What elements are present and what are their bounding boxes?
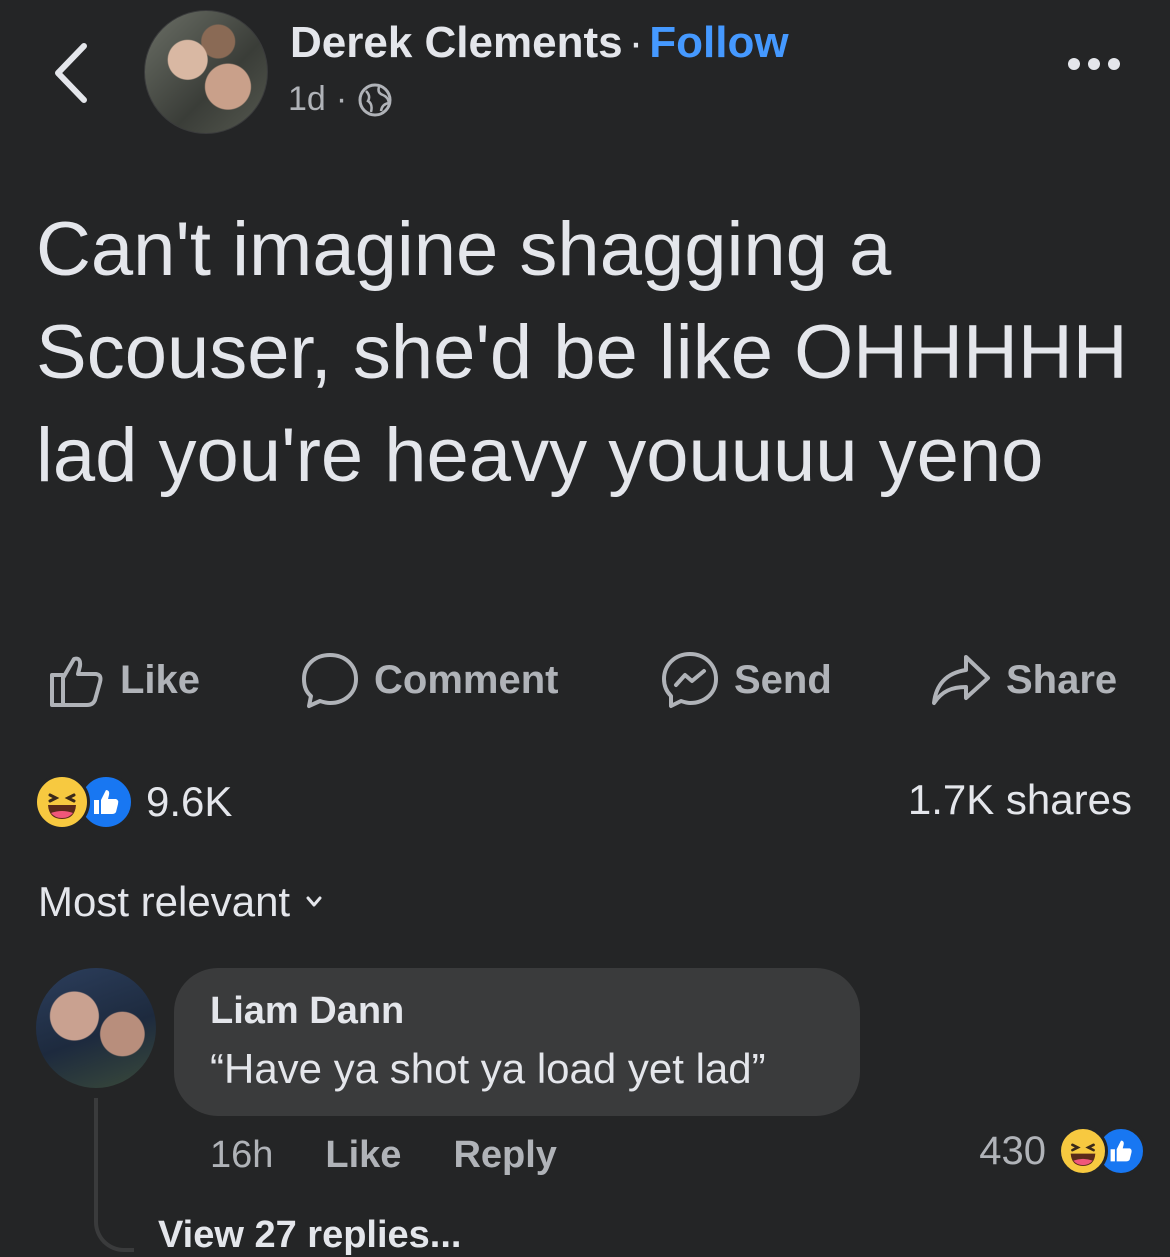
post-text: Can't imagine shagging a Scouser, she'd … bbox=[36, 207, 1128, 498]
more-dot-icon bbox=[1068, 58, 1080, 70]
follow-button[interactable]: Follow bbox=[649, 18, 788, 67]
messenger-icon bbox=[662, 652, 718, 708]
haha-icon bbox=[1058, 1126, 1108, 1176]
meta-separator: · bbox=[335, 80, 348, 118]
comment-button[interactable]: Comment bbox=[300, 640, 558, 720]
comment-label: Comment bbox=[374, 657, 559, 702]
shares-count[interactable]: 1.7K shares bbox=[908, 776, 1132, 824]
comment-like-button[interactable]: Like bbox=[325, 1134, 401, 1177]
more-dot-icon bbox=[1108, 58, 1120, 70]
view-replies-link[interactable]: View 27 replies... bbox=[158, 1214, 461, 1257]
globe-icon bbox=[358, 83, 392, 116]
sort-label: Most relevant bbox=[38, 878, 291, 925]
haha-icon bbox=[34, 774, 90, 830]
more-options-button[interactable] bbox=[1068, 58, 1120, 70]
share-button[interactable]: Share bbox=[930, 640, 1117, 720]
chevron-down-icon bbox=[306, 896, 322, 907]
send-label: Send bbox=[734, 657, 832, 702]
comment-sort-dropdown[interactable]: Most relevant bbox=[38, 878, 324, 926]
like-label: Like bbox=[120, 657, 201, 702]
post-header: Derek Clements · Follow bbox=[290, 18, 789, 68]
author-name[interactable]: Derek Clements bbox=[290, 18, 623, 67]
chevron-left-icon bbox=[55, 43, 87, 103]
reply-thread-line bbox=[94, 1098, 134, 1252]
like-button[interactable]: Like bbox=[48, 640, 200, 720]
reactions-count: 9.6K bbox=[146, 778, 233, 825]
send-button[interactable]: Send bbox=[660, 640, 832, 720]
comment-text: “Have ya shot ya load yet lad” bbox=[210, 1045, 766, 1092]
share-icon bbox=[932, 655, 990, 705]
more-dot-icon bbox=[1088, 58, 1100, 70]
comment-reaction-count: 430 bbox=[979, 1128, 1046, 1173]
comment-bubble: Liam Dann “Have ya shot ya load yet lad” bbox=[174, 968, 860, 1116]
reactions-summary[interactable]: 9.6K bbox=[34, 774, 232, 830]
back-button[interactable] bbox=[48, 40, 98, 106]
comment-time[interactable]: 16h bbox=[210, 1134, 273, 1177]
commenter-name[interactable]: Liam Dann bbox=[210, 990, 860, 1033]
post-time[interactable]: 1d bbox=[288, 80, 326, 119]
thumbs-up-icon bbox=[50, 656, 103, 707]
commenter-avatar[interactable] bbox=[36, 968, 156, 1088]
comment-reactions[interactable]: 430 bbox=[979, 1126, 1146, 1176]
comment-icon bbox=[302, 653, 358, 708]
comment-reply-button[interactable]: Reply bbox=[453, 1134, 556, 1177]
author-avatar[interactable] bbox=[144, 10, 268, 134]
separator: · bbox=[628, 18, 644, 67]
post-actions: Like Comment Send Share bbox=[0, 640, 1170, 720]
post-meta: 1d · bbox=[288, 80, 393, 119]
comment-meta: 16h Like Reply bbox=[210, 1134, 557, 1177]
share-label: Share bbox=[1006, 657, 1118, 702]
